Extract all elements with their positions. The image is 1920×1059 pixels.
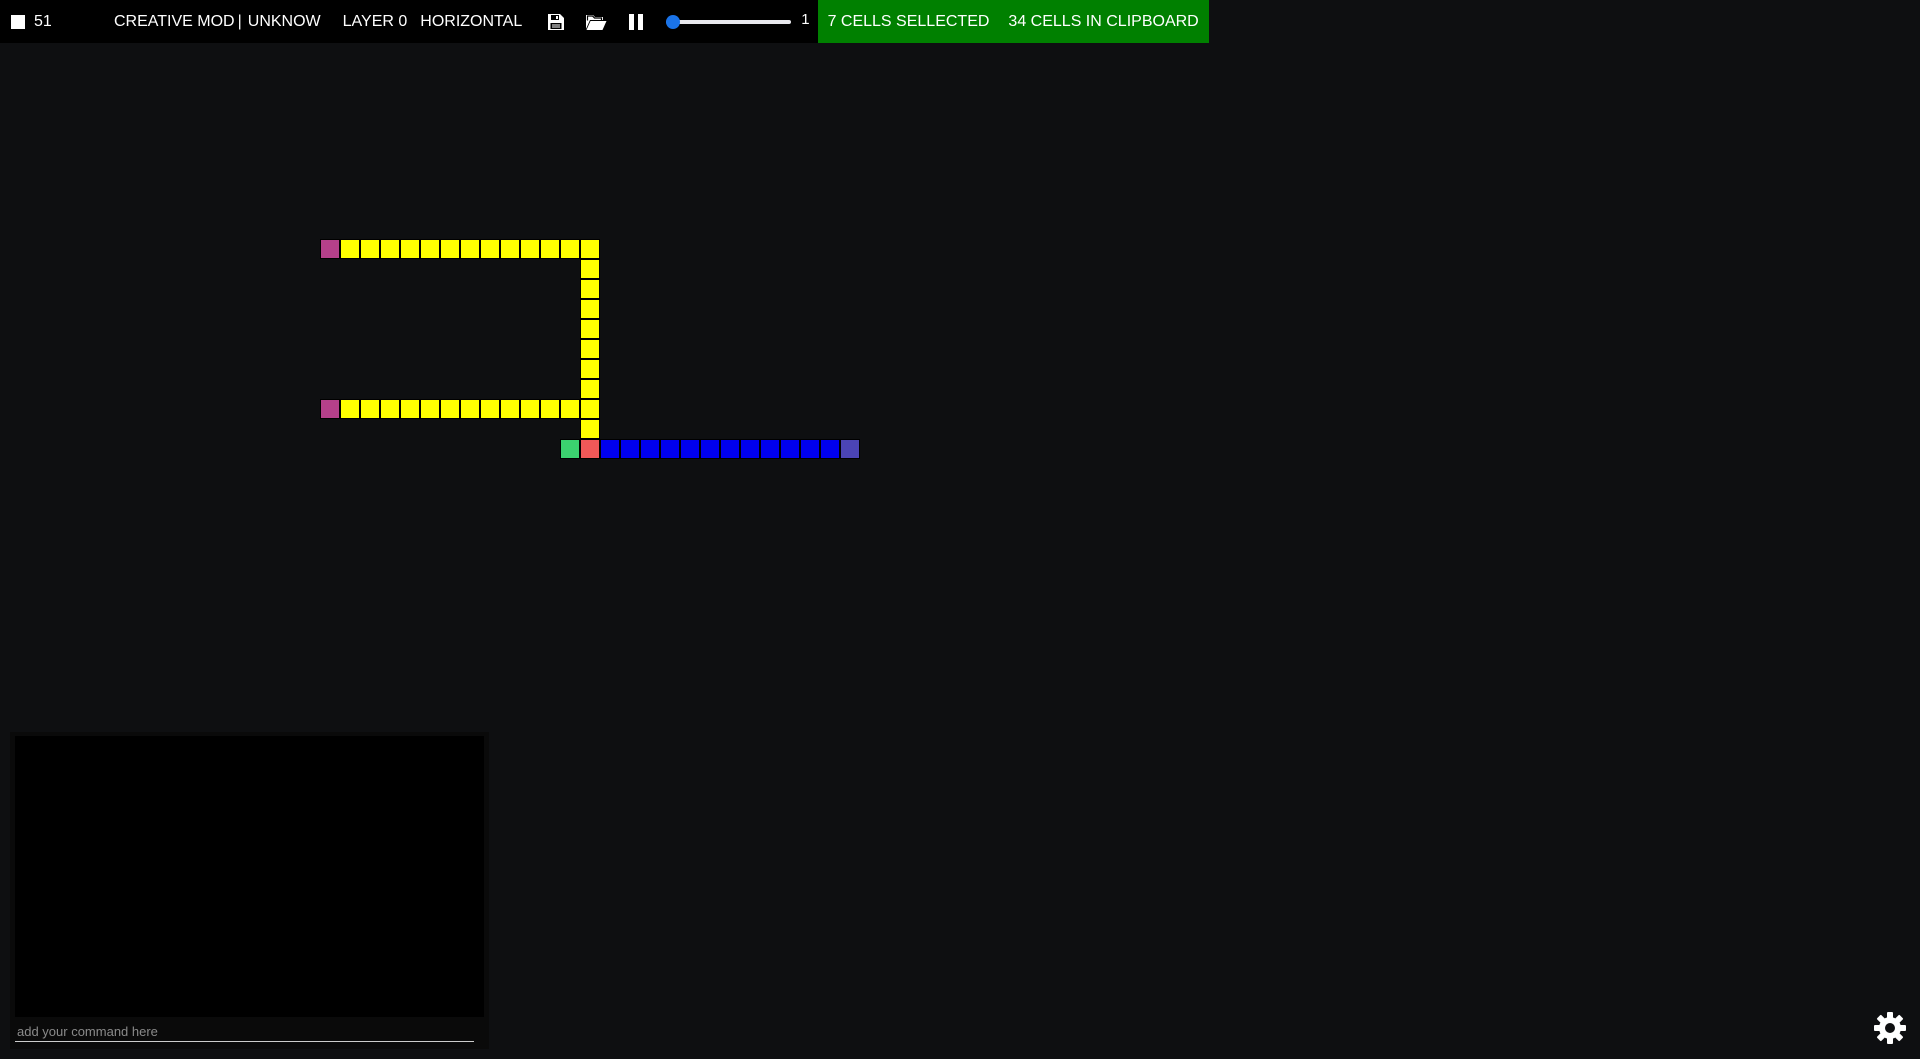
grid-cell[interactable] [500,239,520,259]
grid-cell[interactable] [660,439,680,459]
settings-button[interactable] [1873,1011,1907,1045]
grid-cell[interactable] [420,239,440,259]
grid-cell[interactable] [840,439,860,459]
console-output [15,736,484,1017]
grid-cell[interactable] [720,439,740,459]
grid-cell[interactable] [340,239,360,259]
command-console [10,732,489,1049]
grid-cell[interactable] [400,399,420,419]
grid-cell[interactable] [380,239,400,259]
grid-cell[interactable] [420,399,440,419]
command-input[interactable] [15,1022,474,1042]
grid-cell[interactable] [320,399,340,419]
grid-cell[interactable] [580,239,600,259]
grid-cell[interactable] [440,399,460,419]
gear-icon [1874,1012,1906,1044]
grid-cell[interactable] [800,439,820,459]
grid-cell[interactable] [500,399,520,419]
grid-cell[interactable] [580,339,600,359]
grid-cell[interactable] [580,319,600,339]
grid-cell[interactable] [600,439,620,459]
grid-cell[interactable] [520,399,540,419]
grid-cell[interactable] [580,419,600,439]
grid-cell[interactable] [480,239,500,259]
grid-cell[interactable] [580,359,600,379]
grid-cell[interactable] [540,399,560,419]
grid-cell[interactable] [580,299,600,319]
grid-cell[interactable] [540,239,560,259]
grid-cell[interactable] [380,399,400,419]
grid-cell[interactable] [460,239,480,259]
grid-cell[interactable] [580,439,600,459]
grid-cell[interactable] [360,239,380,259]
grid-cell[interactable] [580,399,600,419]
grid-cell[interactable] [520,239,540,259]
grid-cell[interactable] [560,439,580,459]
grid-cell[interactable] [560,399,580,419]
grid-cell[interactable] [740,439,760,459]
grid-cell[interactable] [680,439,700,459]
grid-cell[interactable] [440,239,460,259]
grid-cell[interactable] [340,399,360,419]
grid-cell[interactable] [480,399,500,419]
grid-cell[interactable] [320,239,340,259]
game-app: 51 CREATIVE MOD | UNKNOW LAYER 0 HORIZON… [0,0,1920,1059]
grid-cell[interactable] [780,439,800,459]
grid-cell[interactable] [760,439,780,459]
grid-cell[interactable] [580,259,600,279]
grid-cell[interactable] [700,439,720,459]
grid-cell[interactable] [820,439,840,459]
grid-cell[interactable] [360,399,380,419]
grid-cell[interactable] [620,439,640,459]
grid-cell[interactable] [640,439,660,459]
grid-cell[interactable] [400,239,420,259]
grid-cell[interactable] [580,279,600,299]
grid-cell[interactable] [560,239,580,259]
grid-cell[interactable] [580,379,600,399]
grid-cell[interactable] [460,399,480,419]
